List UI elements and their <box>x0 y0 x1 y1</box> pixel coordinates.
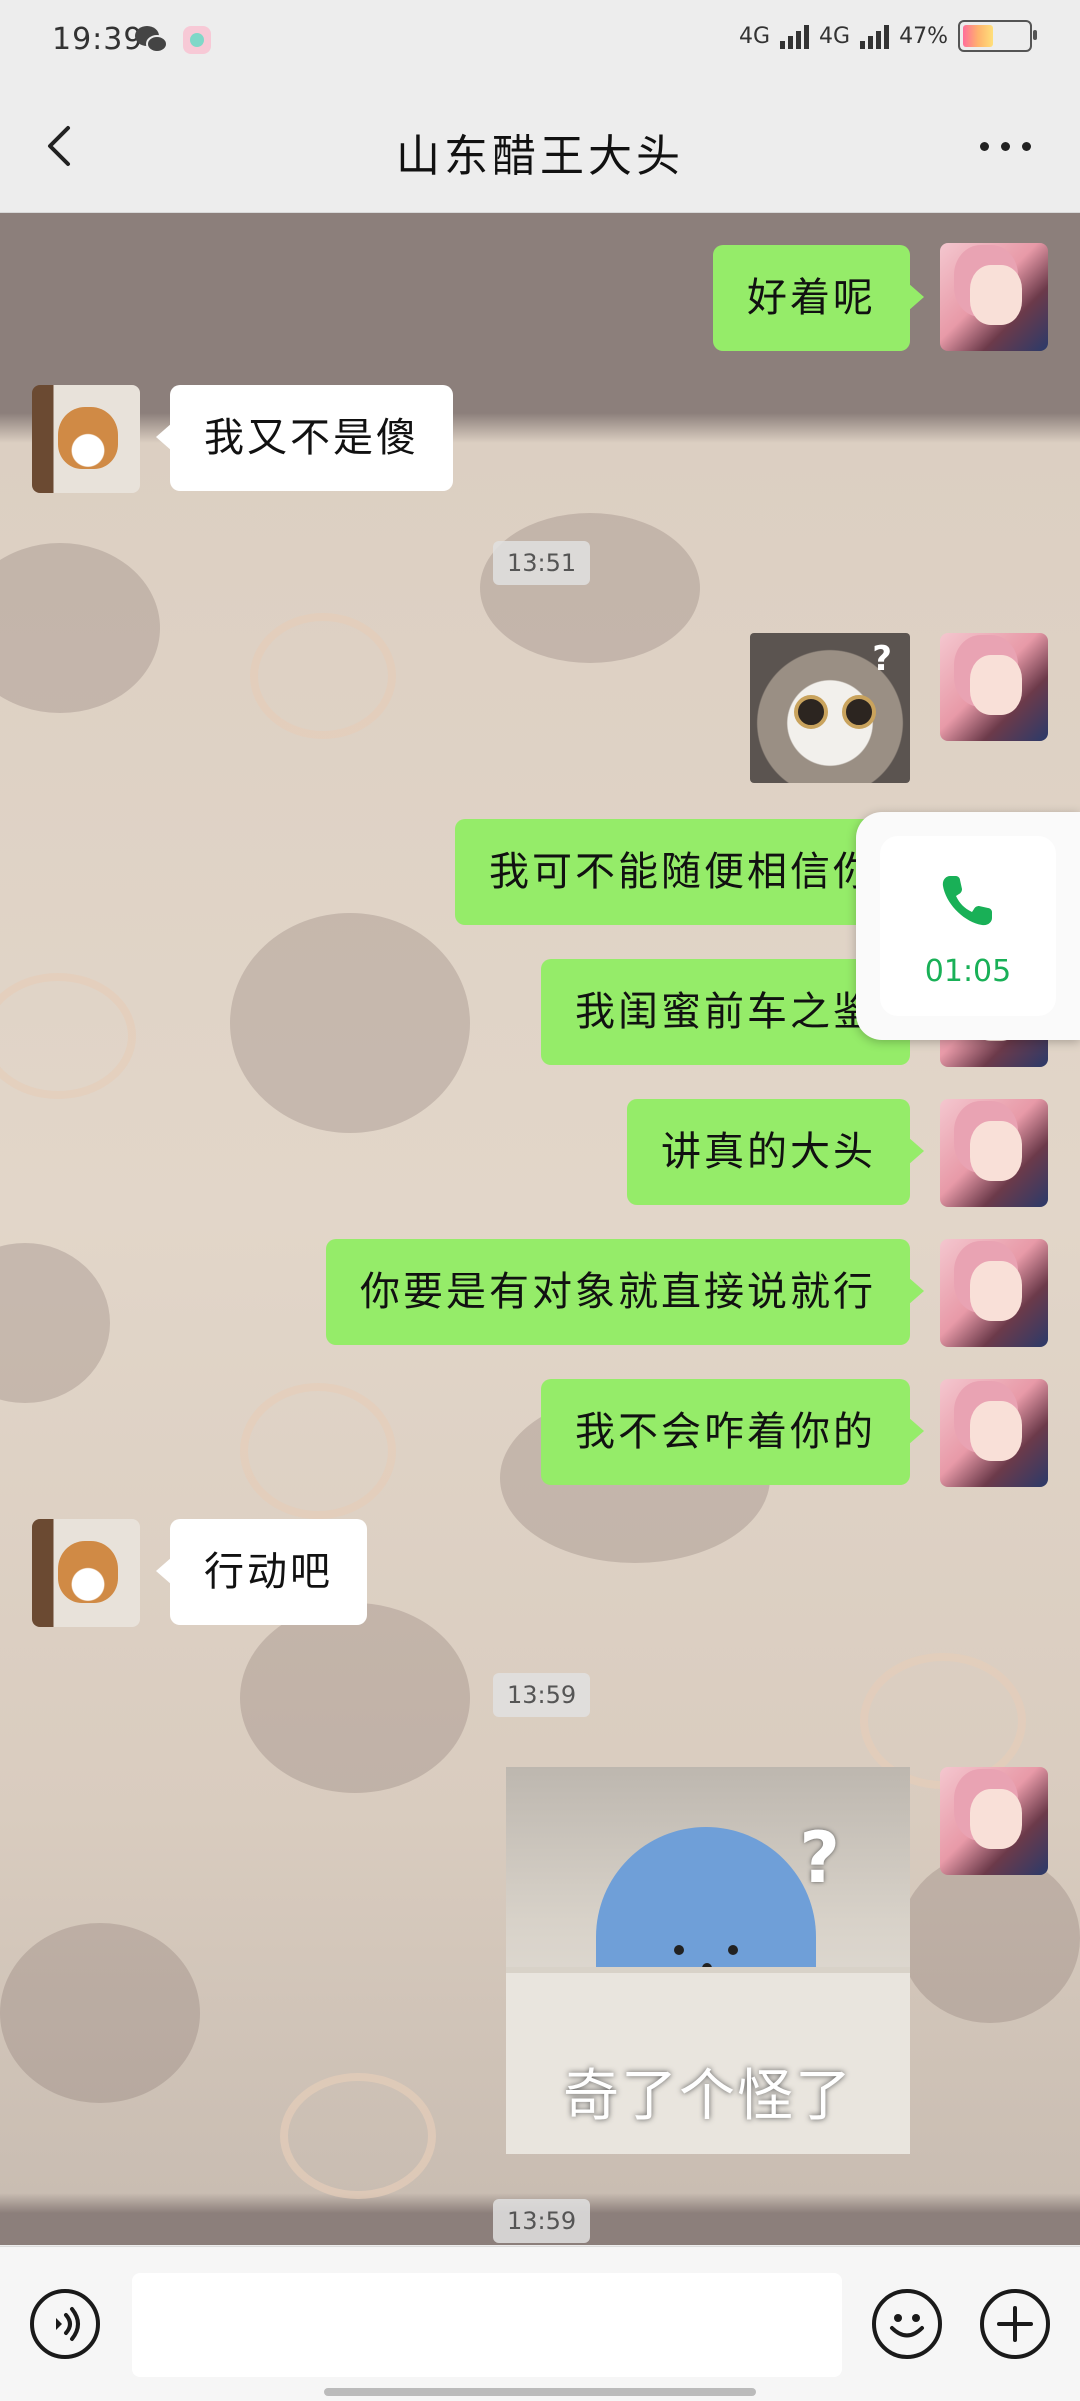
sticker-question-mark: ? <box>799 1817 840 1899</box>
message-bubble-mine[interactable]: 你要是有对象就直接说就行 <box>326 1239 924 1345</box>
message-bubble-mine[interactable]: 讲真的大头 <box>627 1099 924 1205</box>
chat-header: 山东醋王大头 <box>0 80 1080 213</box>
my-avatar[interactable] <box>940 243 1048 351</box>
message-bubble-theirs[interactable]: 行动吧 <box>156 1519 367 1625</box>
emoji-icon[interactable] <box>872 2289 942 2359</box>
chat-title: 山东醋王大头 <box>396 131 684 182</box>
my-avatar[interactable] <box>940 1379 1048 1487</box>
voice-call-floating-window[interactable]: 01:05 <box>856 812 1080 1040</box>
timestamp: 13:59 <box>493 1673 591 1717</box>
message-bubble-mine[interactable]: 我闺蜜前车之鉴 <box>541 959 924 1065</box>
sticker-blue-hat[interactable]: ? 奇了个怪了 <box>506 1767 910 2154</box>
message-bubble-mine[interactable]: 我不会咋着你的 <box>541 1379 924 1485</box>
signal-bars-1-icon <box>780 23 810 49</box>
plus-icon[interactable] <box>980 2289 1050 2359</box>
app-notification-icon <box>183 26 211 54</box>
message-bubble-mine[interactable]: 好着呢 <box>713 245 924 351</box>
friend-avatar[interactable] <box>32 385 140 493</box>
signal-label-2: 4G <box>819 23 851 49</box>
wechat-icon <box>135 26 168 53</box>
signal-label-1: 4G <box>739 23 771 49</box>
my-avatar[interactable] <box>940 1239 1048 1347</box>
wallpaper-doodle <box>240 1603 470 1793</box>
battery-percent: 47% <box>899 23 948 49</box>
wallpaper-cloud <box>280 2073 436 2199</box>
signal-bars-2-icon <box>860 23 890 49</box>
call-card[interactable]: 01:05 <box>880 836 1056 1016</box>
status-right: 4G 4G 47% <box>739 20 1037 52</box>
message-bubble-mine[interactable]: 我可不能随便相信你 <box>455 819 924 925</box>
wallpaper-doodle <box>0 1243 110 1403</box>
message-bubble-theirs[interactable]: 我又不是傻 <box>156 385 453 491</box>
phone-icon <box>942 876 992 926</box>
more-dots-icon[interactable] <box>980 134 1040 158</box>
status-bar: 19:39 4G 4G 47% <box>0 0 1080 80</box>
hat-eye <box>674 1945 684 1955</box>
cat-eye <box>842 695 876 729</box>
sticker-surprised-cat[interactable]: ? <box>750 633 910 783</box>
call-duration: 01:05 <box>924 954 1012 989</box>
wallpaper-doodle <box>0 543 160 713</box>
wallpaper-cloud <box>250 613 396 739</box>
wallpaper-doodle <box>900 1853 1080 2023</box>
my-avatar[interactable] <box>940 633 1048 741</box>
wallpaper-cloud <box>240 1383 396 1519</box>
timestamp: 13:59 <box>493 2199 591 2243</box>
wallpaper-doodle <box>0 1923 200 2103</box>
voice-icon[interactable] <box>30 2289 100 2359</box>
message-input[interactable] <box>132 2273 842 2377</box>
sticker-caption: 奇了个怪了 <box>563 2064 853 2129</box>
battery-fill <box>963 25 993 47</box>
wallpaper-doodle <box>230 913 470 1133</box>
hat-eye <box>728 1945 738 1955</box>
chat-area[interactable]: 好着呢 我又不是傻 13:51 ? 我可不能随便相信你 我闺蜜前车之鉴 讲真的大… <box>0 213 1080 2245</box>
input-bar <box>0 2246 1080 2401</box>
my-avatar[interactable] <box>940 1767 1048 1875</box>
wallpaper-doodle <box>480 513 700 663</box>
wallpaper-cloud <box>0 973 136 1099</box>
timestamp: 13:51 <box>493 541 591 585</box>
sticker-question-mark: ? <box>872 639 892 679</box>
home-indicator[interactable] <box>324 2388 756 2396</box>
cat-eye <box>794 695 828 729</box>
my-avatar[interactable] <box>940 1099 1048 1207</box>
battery-icon <box>958 20 1037 52</box>
status-time: 19:39 <box>52 22 144 57</box>
friend-avatar[interactable] <box>32 1519 140 1627</box>
